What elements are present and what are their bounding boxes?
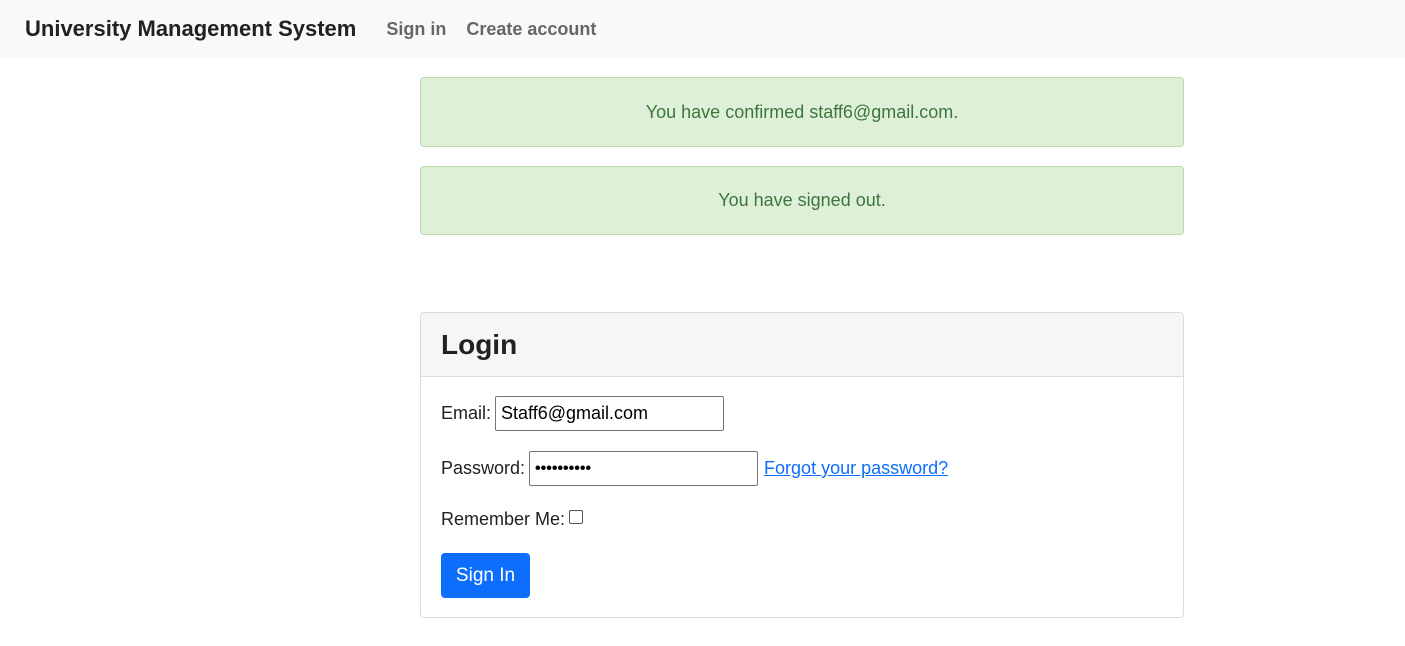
password-field-mask: ••••••••••	[535, 459, 592, 477]
email-row: Email: Staff6@gmail.com	[441, 396, 725, 431]
email-field-value: Staff6@gmail.com	[501, 403, 649, 423]
brand-link[interactable]: University Management System	[25, 16, 356, 42]
nav-sign-in-link[interactable]: Sign in	[386, 19, 446, 40]
password-label: Password:	[441, 458, 526, 478]
login-card-header: Login	[421, 313, 1183, 377]
top-navbar: University Management System Sign in Cre…	[0, 0, 1405, 58]
signed-out-alert: You have signed out.	[420, 166, 1184, 235]
confirmation-alert-text: You have confirmed staff6@gmail.com.	[645, 101, 959, 122]
nav-create-account-link[interactable]: Create account	[466, 19, 596, 40]
email-field[interactable]: Staff6@gmail.com	[495, 396, 725, 431]
remember-me-checkbox[interactable]	[569, 509, 584, 524]
login-title: Login	[441, 328, 518, 360]
remember-me-row: Remember Me:	[441, 509, 584, 530]
sign-in-button[interactable]: Sign In	[441, 553, 530, 598]
signed-out-alert-text: You have signed out.	[718, 190, 886, 210]
email-label: Email:	[441, 403, 492, 423]
login-card: Login Email: Staff6@gmail.com Password: …	[420, 312, 1184, 618]
confirmation-alert: You have confirmed staff6@gmail.com.	[420, 77, 1184, 147]
remember-me-label: Remember Me:	[441, 509, 566, 529]
password-field[interactable]: ••••••••••	[529, 451, 759, 486]
password-row: Password: •••••••••• Forgot your passwor…	[441, 451, 948, 486]
forgot-password-link[interactable]: Forgot your password?	[764, 458, 948, 479]
